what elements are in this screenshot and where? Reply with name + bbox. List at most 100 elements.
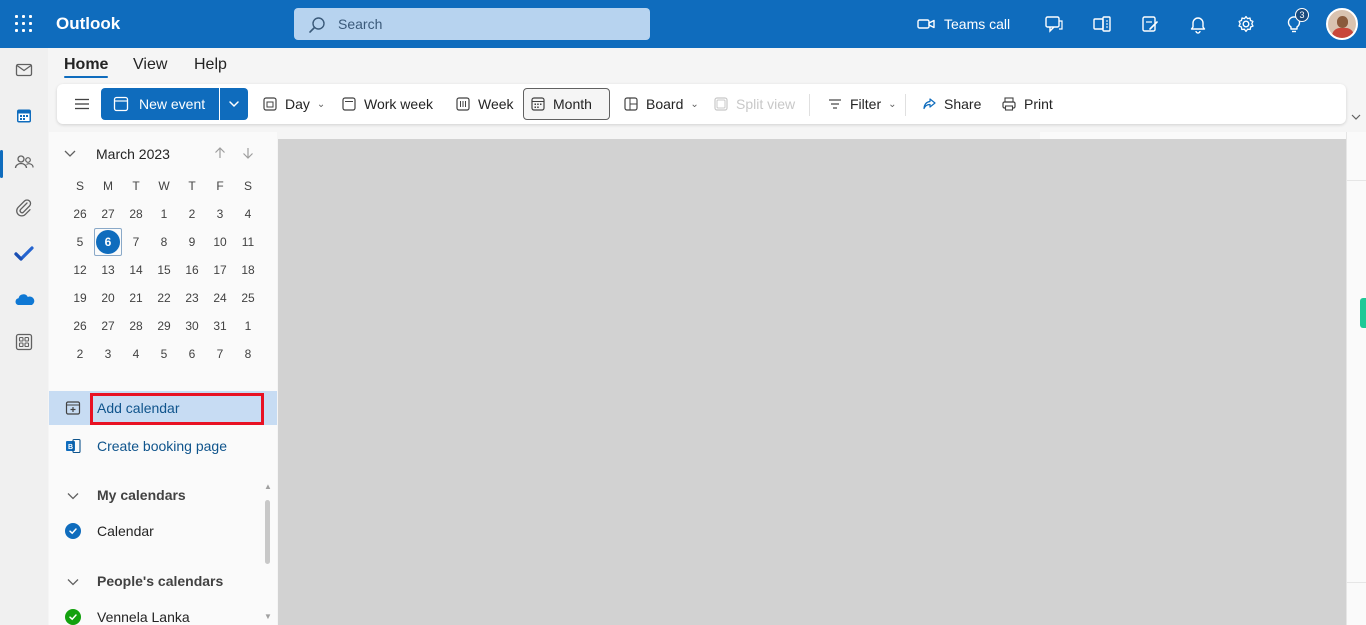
chevron-down-icon[interactable]: [63, 146, 77, 165]
checkmark-icon[interactable]: [65, 523, 81, 539]
calendar-day[interactable]: 9: [178, 228, 206, 256]
calendar-day[interactable]: 18: [234, 256, 262, 284]
peoples-calendars-header[interactable]: People's calendars: [49, 569, 277, 593]
tab-home[interactable]: Home: [64, 56, 109, 78]
create-booking-page-button[interactable]: B Create booking page: [49, 429, 277, 463]
calendar-day[interactable]: 7: [206, 340, 234, 368]
teams-chat-icon[interactable]: [1042, 12, 1066, 36]
board-view-button[interactable]: Board ⌄: [617, 88, 705, 120]
chevron-down-icon: [67, 579, 79, 586]
scroll-up-icon[interactable]: ▲: [264, 482, 272, 491]
people-icon[interactable]: [0, 140, 48, 184]
apps-icon[interactable]: [0, 320, 48, 364]
bell-icon[interactable]: [1186, 12, 1210, 36]
work-week-view-button[interactable]: Work week: [335, 88, 439, 120]
mini-calendar-title[interactable]: March 2023: [96, 146, 170, 162]
calendar-day[interactable]: 10: [206, 228, 234, 256]
search-input[interactable]: [338, 14, 628, 34]
filter-label: Filter: [850, 96, 882, 112]
calendar-day[interactable]: 1: [150, 200, 178, 228]
scrollbar-thumb[interactable]: [265, 500, 270, 564]
calendar-day[interactable]: 29: [150, 312, 178, 340]
calendar-day[interactable]: 31: [206, 312, 234, 340]
calendar-day[interactable]: 5: [66, 228, 94, 256]
arrow-down-icon[interactable]: [241, 146, 255, 165]
calendar-day[interactable]: 4: [234, 200, 262, 228]
calendar-day[interactable]: 24: [206, 284, 234, 312]
month-view-button[interactable]: Month: [523, 88, 610, 120]
my-calendars-header[interactable]: My calendars: [49, 483, 277, 507]
search-box[interactable]: [294, 8, 650, 40]
attachment-icon[interactable]: [0, 186, 48, 230]
calendar-day[interactable]: 8: [150, 228, 178, 256]
gear-icon[interactable]: [1234, 12, 1258, 36]
calendar-day[interactable]: 3: [94, 340, 122, 368]
chevron-down-icon[interactable]: [1350, 110, 1362, 122]
arrow-up-icon[interactable]: [213, 146, 227, 165]
calendar-day[interactable]: 14: [122, 256, 150, 284]
calendar-day[interactable]: 22: [150, 284, 178, 312]
day-view-button[interactable]: Day ⌄: [256, 88, 331, 120]
calendar-day[interactable]: 19: [66, 284, 94, 312]
calendar-day-today[interactable]: 6: [94, 228, 122, 256]
calendar-day[interactable]: 27: [94, 200, 122, 228]
my-day-icon[interactable]: [1138, 12, 1162, 36]
calendar-day[interactable]: 12: [66, 256, 94, 284]
app-title[interactable]: Outlook: [56, 14, 120, 34]
onedrive-icon[interactable]: [0, 278, 48, 322]
calendar-day[interactable]: 5: [150, 340, 178, 368]
filter-button[interactable]: Filter ⌄: [821, 88, 903, 120]
app-launcher-icon[interactable]: [14, 14, 34, 34]
tab-view[interactable]: View: [133, 56, 167, 74]
avatar[interactable]: [1326, 8, 1358, 40]
calendar-item-vennela-lanka[interactable]: Vennela Lanka: [49, 604, 261, 625]
mail-icon[interactable]: [0, 48, 48, 92]
calendar-day[interactable]: 4: [122, 340, 150, 368]
calendar-day[interactable]: 1: [234, 312, 262, 340]
calendar-day[interactable]: 16: [178, 256, 206, 284]
calendar-day[interactable]: 26: [66, 200, 94, 228]
side-panel-handle[interactable]: [1360, 298, 1366, 328]
printer-icon: [1002, 97, 1016, 111]
calendar-day[interactable]: 26: [66, 312, 94, 340]
calendar-day[interactable]: 30: [178, 312, 206, 340]
checkmark-icon[interactable]: [65, 609, 81, 625]
calendar-item-calendar[interactable]: Calendar: [49, 518, 261, 544]
day-view-label: Day: [285, 96, 310, 112]
calendar-day[interactable]: 28: [122, 312, 150, 340]
calendar-day[interactable]: 3: [206, 200, 234, 228]
teams-call-button[interactable]: Teams call: [916, 12, 1010, 36]
scroll-down-icon[interactable]: ▼: [264, 612, 272, 621]
hamburger-button[interactable]: [67, 88, 97, 120]
add-calendar-button[interactable]: Add calendar: [49, 391, 277, 425]
calendar-day[interactable]: 25: [234, 284, 262, 312]
calendar-icon[interactable]: [0, 94, 48, 138]
new-event-button[interactable]: New event: [101, 88, 219, 120]
calendar-day[interactable]: 23: [178, 284, 206, 312]
toolbar-divider: [809, 94, 810, 116]
new-event-dropdown-button[interactable]: [220, 88, 248, 120]
calendar-day[interactable]: 2: [66, 340, 94, 368]
calendar-day[interactable]: 8: [234, 340, 262, 368]
svg-text:B: B: [68, 444, 73, 451]
share-button[interactable]: Share: [915, 88, 987, 120]
calendar-day[interactable]: 15: [150, 256, 178, 284]
print-button[interactable]: Print: [995, 88, 1059, 120]
office-apps-icon[interactable]: [1090, 12, 1114, 36]
todo-icon[interactable]: [0, 232, 48, 276]
calendar-day[interactable]: 6: [178, 340, 206, 368]
calendar-day[interactable]: 2: [178, 200, 206, 228]
calendar-day[interactable]: 28: [122, 200, 150, 228]
calendar-day[interactable]: 20: [94, 284, 122, 312]
calendar-day[interactable]: 17: [206, 256, 234, 284]
folder-pane-scrollbar[interactable]: ▲ ▼: [264, 482, 272, 622]
calendar-day[interactable]: 11: [234, 228, 262, 256]
tab-help[interactable]: Help: [194, 56, 227, 74]
calendar-day[interactable]: 13: [94, 256, 122, 284]
calendar-day[interactable]: 27: [94, 312, 122, 340]
top-bar: Outlook Teams call: [0, 0, 1366, 48]
my-calendars-title: My calendars: [97, 487, 186, 503]
calendar-day[interactable]: 21: [122, 284, 150, 312]
week-view-button[interactable]: Week: [449, 88, 520, 120]
calendar-day[interactable]: 7: [122, 228, 150, 256]
